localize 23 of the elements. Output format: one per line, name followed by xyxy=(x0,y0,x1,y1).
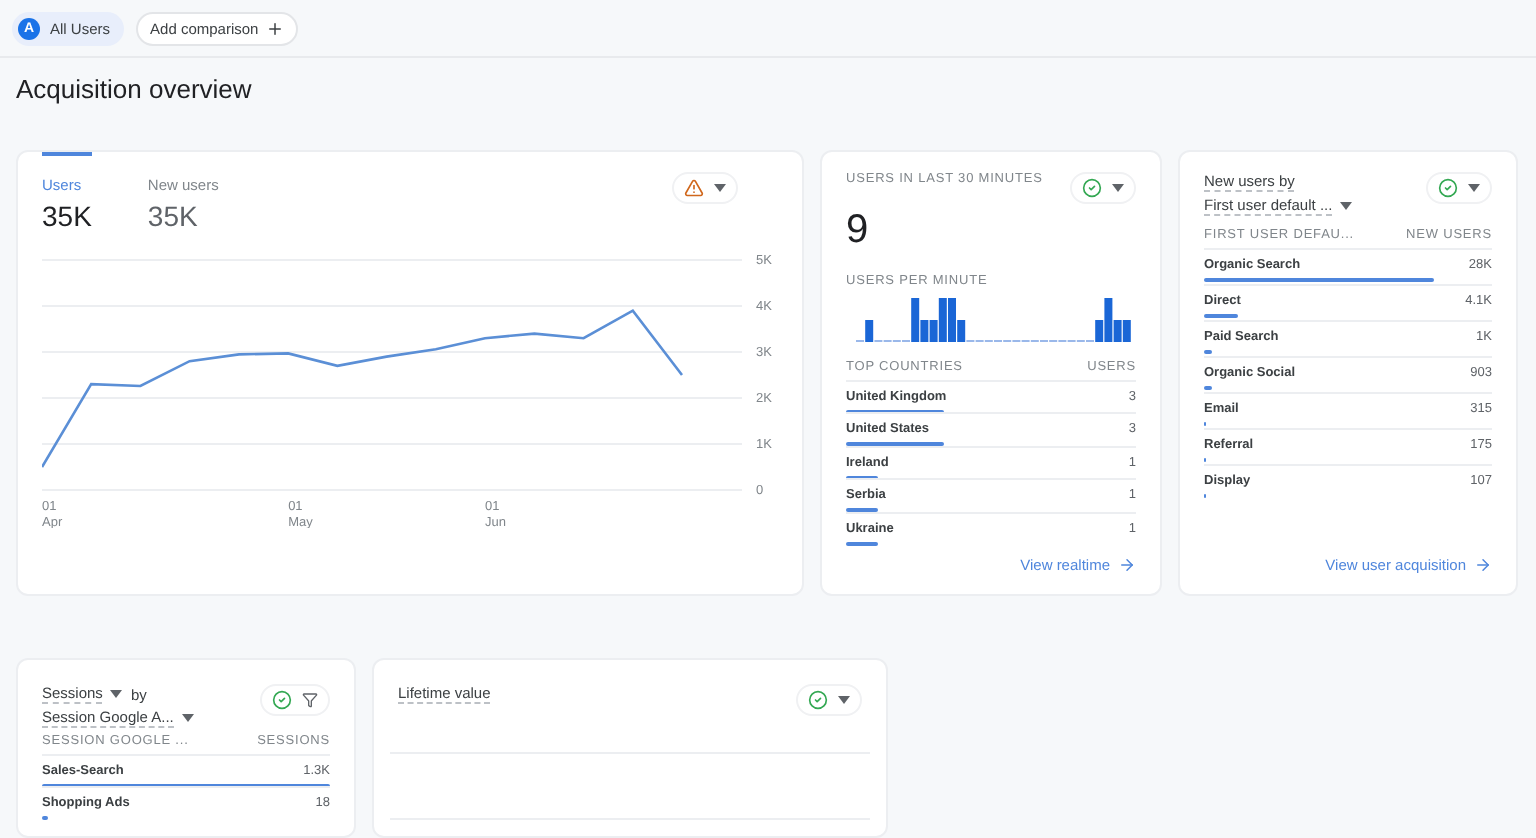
caret-icon xyxy=(714,183,726,192)
plus-icon xyxy=(266,19,285,38)
check-circle-icon xyxy=(272,690,292,711)
caret-icon xyxy=(1112,183,1124,192)
status-dropdown[interactable] xyxy=(260,684,330,717)
warning-icon xyxy=(684,177,704,198)
check-circle-icon xyxy=(808,690,828,711)
status-dropdown[interactable] xyxy=(672,171,738,204)
caret-icon xyxy=(838,696,850,705)
status-dropdown[interactable] xyxy=(796,684,862,717)
status-dropdown[interactable] xyxy=(1426,171,1492,204)
caret-icon xyxy=(181,714,194,723)
filter-icon xyxy=(302,692,318,709)
realtime-value: 9 xyxy=(846,207,871,254)
caret-icon xyxy=(1468,183,1480,192)
status-dropdown[interactable] xyxy=(1070,171,1136,204)
check-circle-icon xyxy=(1082,177,1102,198)
arrow-right-icon xyxy=(1118,555,1136,574)
arrow-right-icon xyxy=(1474,555,1492,574)
caret-icon xyxy=(1340,201,1353,210)
page-title: Acquisition overview xyxy=(16,74,254,109)
check-circle-icon xyxy=(1438,177,1458,198)
caret-icon xyxy=(110,690,123,699)
